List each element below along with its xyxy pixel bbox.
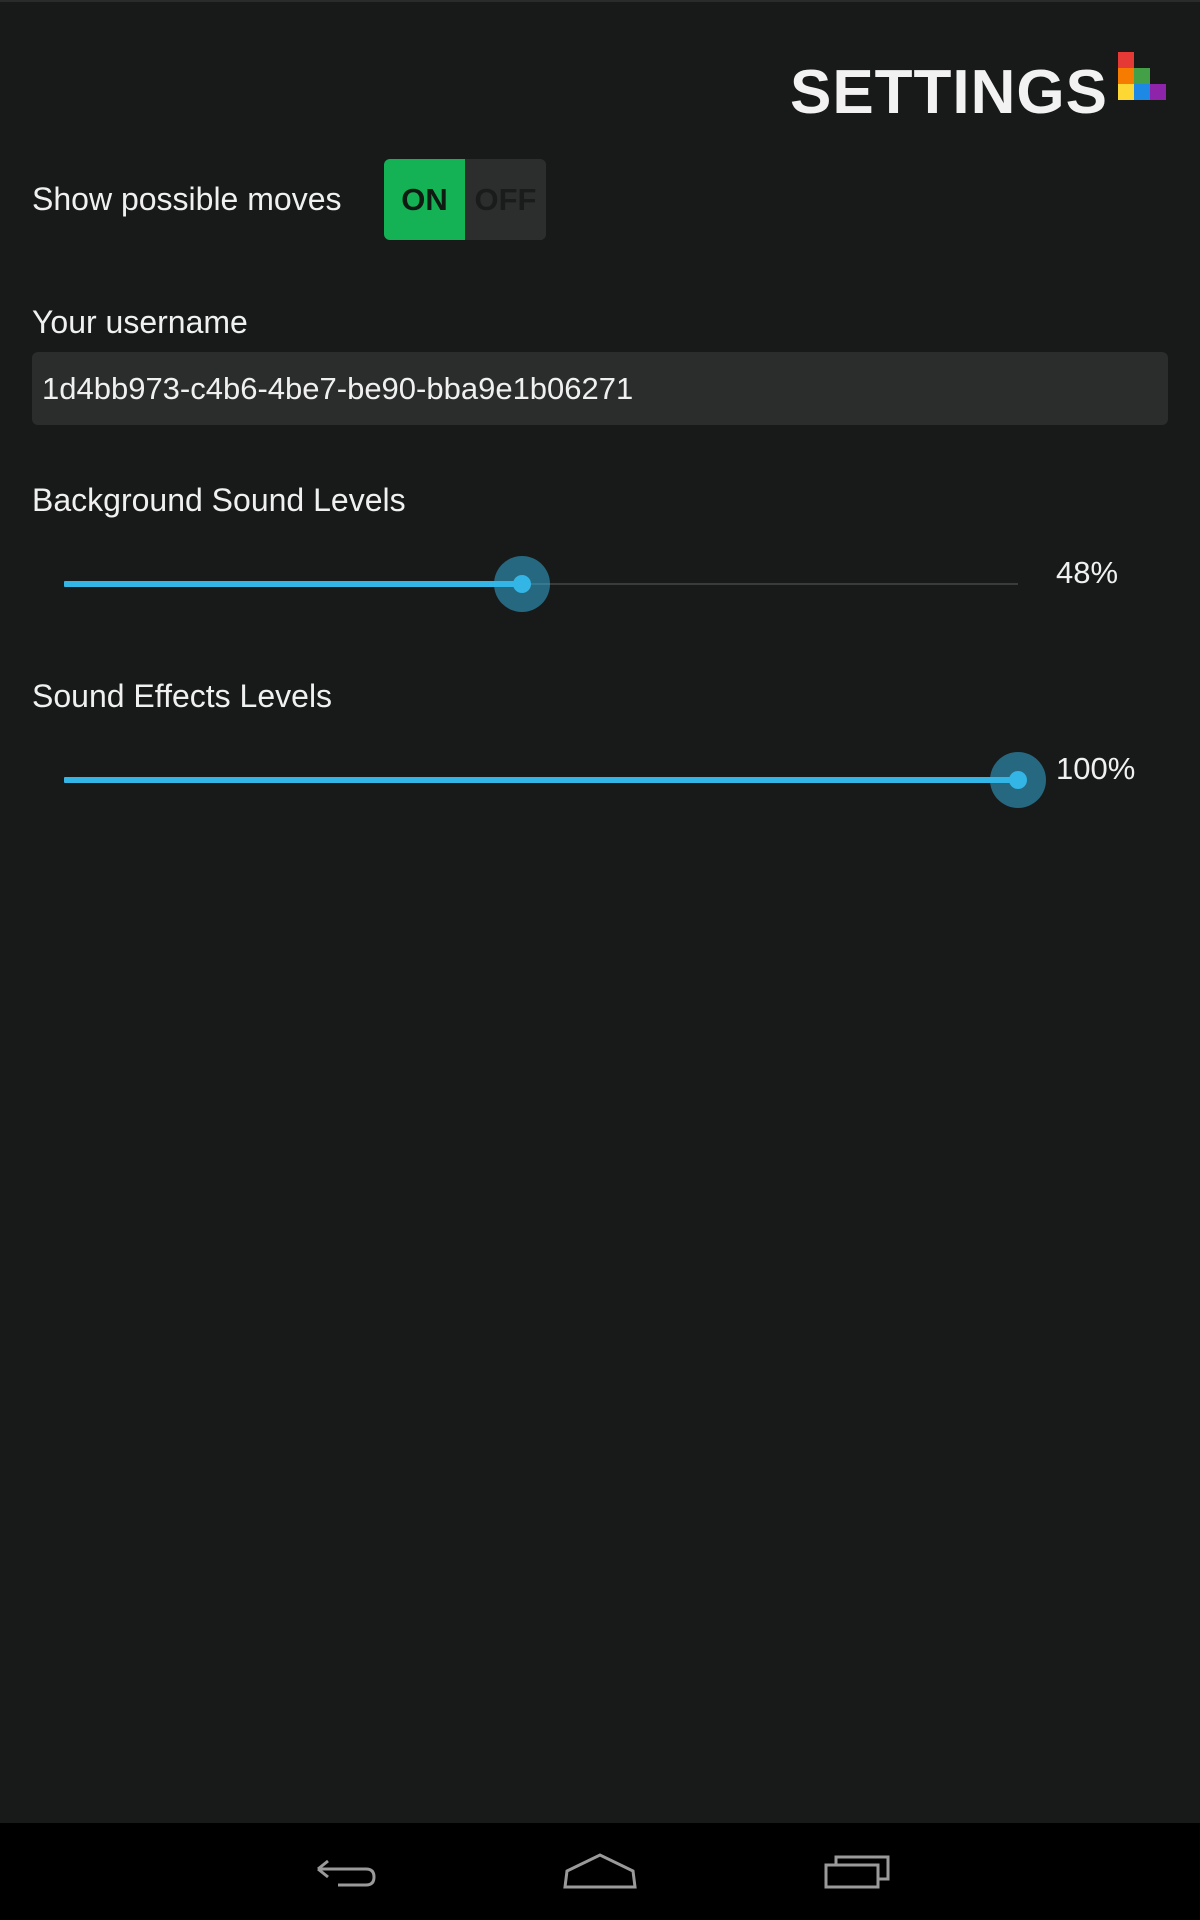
show-moves-label: Show possible moves — [32, 181, 342, 217]
logo-block-red — [1118, 52, 1134, 68]
logo-block-purple — [1150, 84, 1166, 100]
toggle-on-option[interactable]: ON — [384, 159, 465, 240]
background-sound-value: 48% — [1056, 555, 1119, 590]
slider-thumb[interactable] — [1009, 771, 1027, 789]
username-label: Your username — [32, 304, 248, 340]
home-icon[interactable] — [555, 1841, 645, 1901]
slider-fill — [64, 777, 1018, 783]
status-bar-edge — [0, 0, 1200, 2]
page-title: SETTINGS — [789, 58, 1108, 127]
background-sound-label: Background Sound Levels — [32, 482, 406, 518]
toggle-off-option[interactable]: OFF — [465, 159, 546, 240]
username-field[interactable] — [32, 352, 1168, 425]
background-sound-slider[interactable] — [64, 554, 1018, 614]
sound-effects-value: 100% — [1056, 751, 1136, 786]
logo-block-blue — [1134, 84, 1150, 100]
logo-block-yellow — [1118, 84, 1134, 100]
sound-effects-label: Sound Effects Levels — [32, 678, 333, 714]
logo-block-green — [1134, 68, 1150, 84]
slider-thumb[interactable] — [513, 575, 531, 593]
sound-effects-slider[interactable] — [64, 750, 1046, 810]
navigation-bar — [0, 1823, 1200, 1920]
show-moves-toggle[interactable]: ON OFF — [384, 159, 546, 240]
settings-screen: SETTINGS Show possible moves ON OFF Your… — [0, 0, 1200, 1920]
header: SETTINGS — [790, 52, 1168, 128]
slider-fill — [64, 581, 522, 587]
app-logo-icon — [1118, 52, 1168, 104]
back-icon[interactable] — [298, 1841, 388, 1901]
recent-apps-icon[interactable] — [812, 1841, 902, 1901]
logo-block-orange — [1118, 68, 1134, 84]
